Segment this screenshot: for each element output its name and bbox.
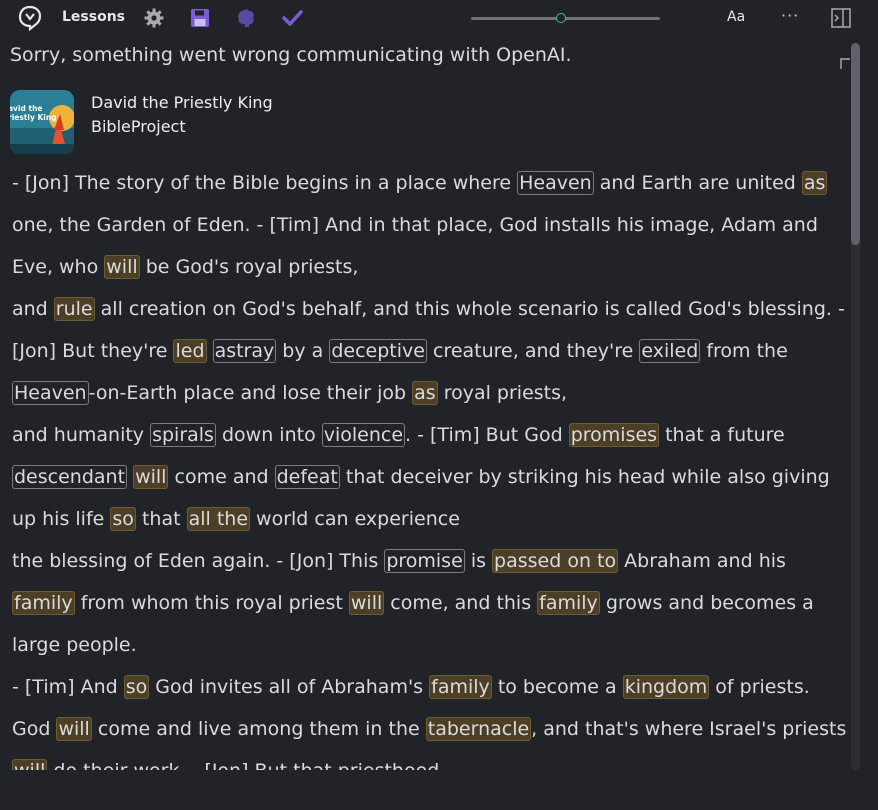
transcript-paragraph: and humanity spirals down into violence.… xyxy=(12,414,850,540)
highlighted-word[interactable]: Heaven xyxy=(517,171,594,195)
transcript-text-segment: that a future xyxy=(659,424,785,446)
check-icon[interactable] xyxy=(281,7,303,29)
transcript-text-segment: and Earth are united xyxy=(593,172,802,194)
highlighted-word[interactable]: kingdom xyxy=(622,675,710,699)
transcript-text-segment: . - [Tim] But God xyxy=(405,424,569,446)
panel-toggle-icon[interactable] xyxy=(830,7,852,29)
transcript-text-segment xyxy=(207,340,213,362)
transcript-text-segment: by a xyxy=(276,340,330,362)
highlighted-word[interactable]: Heaven xyxy=(12,381,89,405)
transcript-paragraph: and rule all creation on God's behalf, a… xyxy=(12,288,850,414)
transcript-text-segment: and humanity xyxy=(12,424,151,446)
transcript-text-segment: come and live among them in the xyxy=(91,718,426,740)
bottom-bar xyxy=(0,770,878,810)
expand-corner-icon[interactable] xyxy=(840,58,850,70)
highlighted-word[interactable]: so xyxy=(123,675,150,699)
highlighted-word[interactable]: will xyxy=(12,759,48,770)
highlighted-word[interactable]: will xyxy=(133,465,169,489)
highlighted-word[interactable]: will xyxy=(348,591,385,615)
highlighted-word[interactable]: family xyxy=(537,591,600,615)
highlighted-word[interactable]: will xyxy=(56,717,92,741)
font-size-button[interactable]: Aa xyxy=(727,9,745,25)
transcript-text-segment: come, and this xyxy=(384,592,538,614)
transcript-text-segment: come and xyxy=(168,466,275,488)
highlighted-word[interactable]: tabernacle xyxy=(425,717,532,741)
transcript-text-segment: royal priests, xyxy=(437,382,568,404)
transcript-text-segment: do their work. - [Jon] But that priestho… xyxy=(47,760,439,770)
highlighted-word[interactable]: deceptive xyxy=(329,339,427,363)
scrollbar-thumb[interactable] xyxy=(851,43,860,245)
video-channel[interactable]: BibleProject xyxy=(91,117,186,136)
transcript-text-segment: creature, and they're xyxy=(426,340,640,362)
transcript-text-segment: world can experience xyxy=(250,508,460,530)
transcript-text-segment: is xyxy=(464,550,493,572)
transcript-paragraph: the blessing of Eden again. - [Jon] This… xyxy=(12,540,850,666)
speed-slider-handle[interactable] xyxy=(556,13,566,23)
transcript-text: - [Jon] The story of the Bible begins in… xyxy=(12,162,850,770)
transcript-text-segment: God invites all of Abraham's xyxy=(149,676,430,698)
highlighted-word[interactable]: promise xyxy=(384,549,465,573)
transcript-text-segment: be God's royal priests, xyxy=(139,256,359,278)
highlighted-word[interactable]: exiled xyxy=(639,339,701,363)
gear-icon[interactable] xyxy=(143,7,165,29)
highlighted-word[interactable]: descendant xyxy=(12,465,128,489)
thumbnail-art xyxy=(10,90,74,154)
transcript-paragraph: - [Tim] And so God invites all of Abraha… xyxy=(12,666,850,770)
save-icon[interactable] xyxy=(189,7,211,29)
top-toolbar: Lessons Aa ··· xyxy=(0,0,878,36)
lessons-link[interactable]: Lessons xyxy=(62,9,125,25)
transcript-text-segment: to become a xyxy=(491,676,623,698)
highlighted-word[interactable]: as xyxy=(801,171,828,195)
highlighted-word[interactable]: promises xyxy=(568,423,660,447)
highlighted-word[interactable]: spirals xyxy=(150,423,216,447)
highlighted-word[interactable]: defeat xyxy=(274,465,340,489)
transcript-text-segment: down into xyxy=(215,424,322,446)
transcript-text-segment: and xyxy=(12,298,54,320)
highlighted-word[interactable]: violence xyxy=(321,423,406,447)
transcript-text-segment: from the xyxy=(700,340,788,362)
transcript-text-segment: , and that's where Israel's priests xyxy=(531,718,847,740)
reader-content: Sorry, something went wrong communicatin… xyxy=(0,36,850,770)
highlighted-word[interactable]: family xyxy=(429,675,492,699)
highlighted-word[interactable]: astray xyxy=(212,339,277,363)
transcript-text-segment: the blessing of Eden again. - [Jon] This xyxy=(12,550,385,572)
brain-icon[interactable] xyxy=(235,7,257,29)
transcript-text-segment: that xyxy=(135,508,187,530)
transcript-text-segment: Abraham and his xyxy=(618,550,786,572)
transcript-paragraph: - [Jon] The story of the Bible begins in… xyxy=(12,162,850,288)
highlighted-word[interactable]: as xyxy=(412,381,438,405)
more-options-button[interactable]: ··· xyxy=(781,6,799,25)
logo-icon[interactable] xyxy=(18,5,42,31)
highlighted-word[interactable]: rule xyxy=(53,297,95,321)
error-message: Sorry, something went wrong communicatin… xyxy=(10,44,572,66)
highlighted-word[interactable]: family xyxy=(12,591,75,615)
transcript-text-segment: - [Tim] And xyxy=(12,676,124,698)
highlighted-word[interactable]: led xyxy=(173,339,207,363)
highlighted-word[interactable]: all the xyxy=(186,507,251,531)
transcript-text-segment: -on-Earth place and lose their job xyxy=(88,382,413,404)
video-thumbnail[interactable]: avid the riestly King xyxy=(10,90,74,154)
transcript-text-segment: - [Jon] The story of the Bible begins in… xyxy=(12,172,518,194)
highlighted-word[interactable]: will xyxy=(104,255,140,279)
transcript-text-segment: from whom this royal priest xyxy=(74,592,349,614)
thumbnail-title-text: avid the riestly King xyxy=(10,104,57,122)
highlighted-word[interactable]: passed on to xyxy=(492,549,619,573)
highlighted-word[interactable]: so xyxy=(110,507,136,531)
video-title[interactable]: David the Priestly King xyxy=(91,93,273,112)
